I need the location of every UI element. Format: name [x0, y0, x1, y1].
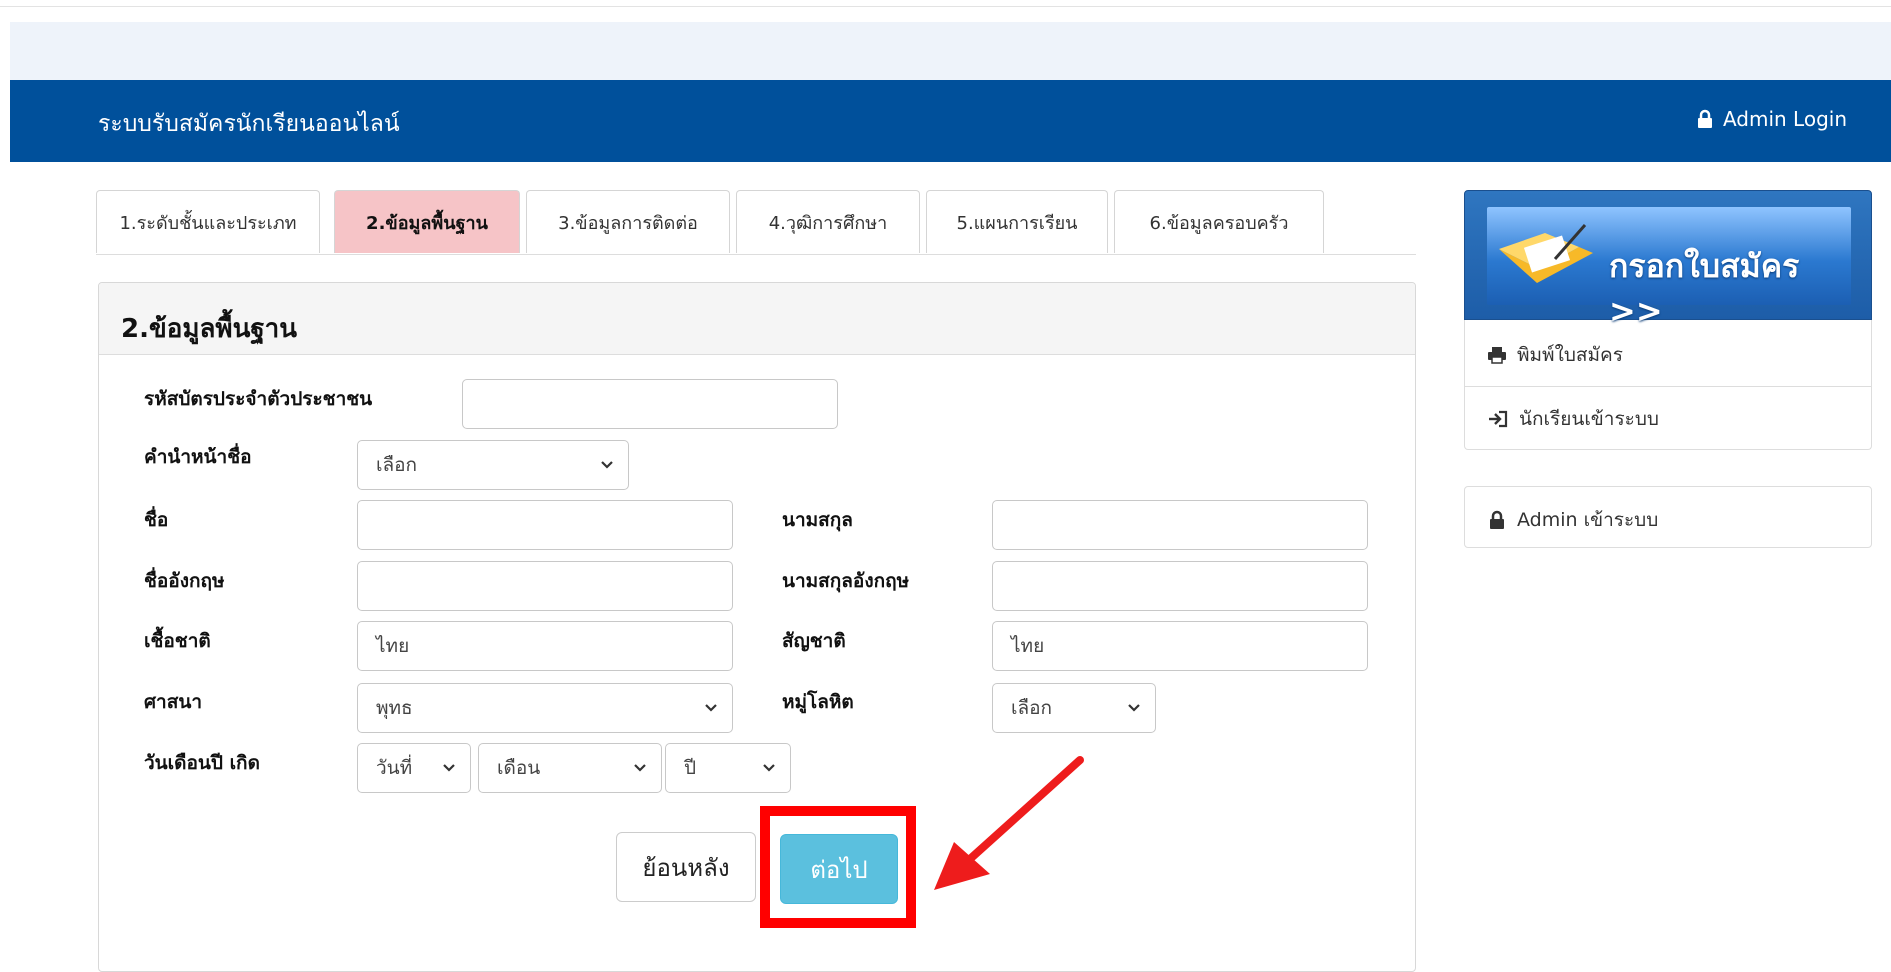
- admin-login-box: Admin เข้าระบบ: [1464, 486, 1872, 548]
- last-name-en-input[interactable]: [992, 561, 1368, 611]
- sign-in-icon: [1489, 410, 1508, 428]
- dob-year-value: ปี: [684, 757, 697, 779]
- top-band: [10, 22, 1891, 80]
- tab-step-2[interactable]: 2.ข้อมูลพื้นฐาน: [334, 190, 520, 253]
- chevron-down-icon: [634, 764, 646, 772]
- last-name-input[interactable]: [992, 500, 1368, 550]
- red-arrow-icon: [934, 756, 1084, 890]
- chevron-down-icon: [443, 764, 455, 772]
- lock-icon: [1490, 510, 1504, 529]
- print-application-label: พิมพ์ใบสมัคร: [1517, 344, 1623, 366]
- dob-day-value: วันที่: [376, 757, 413, 779]
- step-tabs: 1.ระดับชั้นและประเภท 2.ข้อมูลพื้นฐาน 3.ข…: [96, 190, 1416, 255]
- chevron-down-icon: [705, 704, 717, 712]
- apply-banner-label: กรอกใบสมัคร >>: [1609, 247, 1800, 330]
- first-name-en-label: ชื่ออังกฤษ: [144, 570, 225, 592]
- tab-step-5[interactable]: 5.แผนการเรียน: [926, 190, 1108, 253]
- dob-day-select[interactable]: วันที่: [357, 743, 471, 793]
- id-card-input[interactable]: [462, 379, 838, 429]
- print-application-link[interactable]: พิมพ์ใบสมัคร: [1487, 340, 1623, 370]
- blood-type-select[interactable]: เลือก: [992, 683, 1156, 733]
- last-name-label: นามสกุล: [782, 509, 853, 531]
- admin-system-login-link[interactable]: Admin เข้าระบบ: [1487, 505, 1658, 535]
- student-login-label: นักเรียนเข้าระบบ: [1519, 408, 1659, 430]
- admin-login-link[interactable]: Admin Login: [1695, 107, 1847, 131]
- folder-pen-icon: [1499, 224, 1593, 283]
- prefix-select[interactable]: เลือก: [357, 440, 629, 490]
- apply-banner[interactable]: กรอกใบสมัคร >>: [1464, 190, 1872, 330]
- first-name-en-input[interactable]: [357, 561, 733, 611]
- sidebar-list: พิมพ์ใบสมัคร นักเรียนเข้าระบบ: [1464, 320, 1872, 450]
- chevron-down-icon: [1128, 704, 1140, 712]
- first-name-label: ชื่อ: [144, 509, 169, 531]
- chevron-down-icon: [763, 764, 775, 772]
- panel-header: 2.ข้อมูลพื้นฐาน: [99, 283, 1415, 355]
- tab-step-3[interactable]: 3.ข้อมูลการติดต่อ: [526, 190, 730, 253]
- blood-type-select-value: เลือก: [1011, 697, 1053, 719]
- blood-type-label: หมู่โลหิต: [782, 691, 854, 713]
- apply-banner-inner: กรอกใบสมัคร >>: [1487, 207, 1851, 330]
- last-name-en-label: นามสกุลอังกฤษ: [782, 570, 910, 592]
- race-input[interactable]: ไทย: [357, 621, 733, 671]
- tab-step-1[interactable]: 1.ระดับชั้นและประเภท: [96, 190, 320, 253]
- nationality-label: สัญชาติ: [782, 630, 846, 652]
- back-button[interactable]: ย้อนหลัง: [616, 832, 756, 902]
- top-divider: [0, 6, 1891, 7]
- nationality-input[interactable]: ไทย: [992, 621, 1368, 671]
- religion-select-value: พุทธ: [376, 697, 413, 719]
- admin-login-label: Admin Login: [1722, 107, 1847, 131]
- lock-icon: [1697, 109, 1712, 128]
- printer-icon: [1488, 347, 1506, 364]
- religion-select[interactable]: พุทธ: [357, 683, 733, 733]
- highlight-box: [760, 806, 916, 928]
- religion-label: ศาสนา: [144, 691, 202, 713]
- prefix-label: คำนำหน้าชื่อ: [144, 446, 252, 468]
- brand-title[interactable]: ระบบรับสมัครนักเรียนออนไลน์: [98, 106, 400, 142]
- tab-step-6[interactable]: 6.ข้อมูลครอบครัว: [1114, 190, 1324, 253]
- panel-title: 2.ข้อมูลพื้นฐาน: [121, 314, 298, 344]
- dob-label: วันเดือนปี เกิด: [144, 752, 260, 774]
- sidebar-divider: [1465, 386, 1871, 387]
- dob-year-select[interactable]: ปี: [665, 743, 791, 793]
- dob-month-select[interactable]: เดือน: [478, 743, 662, 793]
- dob-month-value: เดือน: [497, 757, 541, 779]
- race-label: เชื้อชาติ: [144, 630, 211, 652]
- first-name-input[interactable]: [357, 500, 733, 550]
- student-login-link[interactable]: นักเรียนเข้าระบบ: [1487, 404, 1659, 434]
- tab-step-4[interactable]: 4.วุฒิการศึกษา: [736, 190, 920, 253]
- navbar: ระบบรับสมัครนักเรียนออนไลน์ Admin Login: [10, 80, 1891, 162]
- admin-system-login-label: Admin เข้าระบบ: [1517, 509, 1659, 531]
- prefix-select-value: เลือก: [376, 454, 418, 476]
- chevron-down-icon: [601, 461, 613, 469]
- id-card-label: รหัสบัตรประจำตัวประชาชน: [144, 388, 373, 410]
